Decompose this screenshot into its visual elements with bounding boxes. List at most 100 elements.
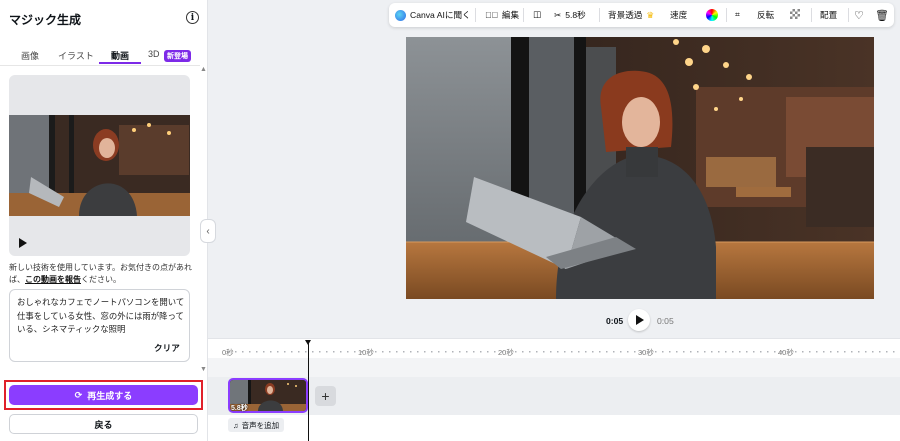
ruler-dot: [872, 351, 874, 353]
tab-image[interactable]: 画像: [21, 49, 39, 62]
ruler-dot: [816, 351, 818, 353]
notice-suffix: ください。: [81, 275, 121, 284]
speed-button[interactable]: 速度: [670, 9, 687, 21]
ruler-dot: [417, 351, 419, 353]
ask-canva-ai-label: Canva AIに聞く: [410, 10, 471, 20]
crown-icon: ♛: [646, 9, 655, 20]
ruler-dot: [599, 351, 601, 353]
tab-3d[interactable]: 3D: [148, 49, 160, 59]
info-icon[interactable]: i: [186, 11, 199, 24]
ruler-dot: [438, 351, 440, 353]
ruler-dot: [676, 351, 678, 353]
video-edit-icon: ▶⃞: [485, 10, 498, 20]
ruler-dot: [823, 351, 825, 353]
ruler-dot: [627, 351, 629, 353]
color-wheel-icon: [706, 9, 718, 21]
collapse-panel-chevron-icon[interactable]: ‹: [200, 219, 216, 243]
transparency-button[interactable]: [790, 9, 800, 19]
ruler-dot: [690, 351, 692, 353]
tab-video[interactable]: 動画: [111, 49, 129, 62]
ruler-dot: [382, 351, 384, 353]
total-time: 0:05: [657, 316, 674, 326]
ruler-dot: [809, 351, 811, 353]
editor-toolbar: Canva AIに聞く ▶⃞ 編集 ◫ ✂ 5.8秒 背景透過 ♛ 速度 ⌗ 反…: [389, 3, 894, 27]
add-audio-button[interactable]: ♫ 音声を追加: [228, 418, 285, 432]
trim-duration: 5.8秒: [565, 10, 586, 20]
comment-icon[interactable]: ♡: [854, 9, 864, 22]
ruler-dot: [781, 351, 783, 353]
ruler-dot: [368, 351, 370, 353]
ruler-dot: [319, 351, 321, 353]
ruler-dot: [242, 351, 244, 353]
ruler-dot: [844, 351, 846, 353]
ruler-dot: [620, 351, 622, 353]
trash-icon[interactable]: 🗑: [875, 9, 889, 22]
ruler-dot: [767, 351, 769, 353]
ruler-dot: [564, 351, 566, 353]
ruler-dot: [501, 351, 503, 353]
report-video-link[interactable]: この動画を報告: [25, 275, 81, 284]
ruler-dot: [851, 351, 853, 353]
edit-button[interactable]: ▶⃞ 編集: [485, 9, 519, 21]
ruler-dot: [228, 351, 230, 353]
prompt-input[interactable]: おしゃれなカフェでノートパソコンを開いて仕事をしている女性、窓の外には雨が降って…: [9, 289, 190, 362]
background-remove-button[interactable]: 背景透過 ♛: [608, 9, 654, 21]
ruler-dot: [795, 351, 797, 353]
generated-video-preview[interactable]: [9, 75, 190, 256]
ruler-dot: [837, 351, 839, 353]
ruler-dot: [431, 351, 433, 353]
ruler-dot: [592, 351, 594, 353]
play-icon[interactable]: [19, 238, 27, 248]
flip-button[interactable]: 反転: [757, 9, 774, 21]
ruler-dot: [375, 351, 377, 353]
ruler-dot: [396, 351, 398, 353]
ruler-ticks: [228, 351, 895, 353]
trim-button[interactable]: ✂ 5.8秒: [554, 9, 586, 21]
ruler-dot: [340, 351, 342, 353]
ruler-dot: [452, 351, 454, 353]
ruler-dot: [487, 351, 489, 353]
ruler-track: [208, 358, 900, 378]
refresh-icon: ⟳: [74, 389, 83, 400]
current-time: 0:05: [606, 316, 624, 326]
crop-icon[interactable]: ⌗: [735, 9, 740, 20]
add-audio-label: 音声を追加: [241, 420, 280, 430]
back-button[interactable]: 戻る: [9, 414, 198, 434]
ruler-dot: [634, 351, 636, 353]
ruler-dot: [648, 351, 650, 353]
toolbar-separator: [848, 8, 849, 22]
ruler-dot: [641, 351, 643, 353]
timeline: 0秒 10秒 20秒 30秒 40秒 5.8秒 + ♫ 音声を追加: [208, 338, 900, 441]
background-remove-label: 背景透過: [608, 10, 643, 20]
color-picker-button[interactable]: [706, 9, 718, 21]
ruler-dot: [886, 351, 888, 353]
ruler-dot: [536, 351, 538, 353]
ruler-dot: [718, 351, 720, 353]
ruler-dot: [669, 351, 671, 353]
arrange-button[interactable]: 配置: [820, 9, 837, 21]
scroll-down-arrow[interactable]: ▼: [200, 366, 207, 373]
ruler-dot: [256, 351, 258, 353]
ruler-dot: [277, 351, 279, 353]
new-badge: 新登場: [164, 50, 191, 62]
canvas-video-frame[interactable]: [406, 37, 874, 299]
play-button[interactable]: [628, 309, 650, 331]
ruler-dot: [480, 351, 482, 353]
clear-button[interactable]: クリア: [154, 342, 180, 354]
ruler-dot: [858, 351, 860, 353]
prompt-text[interactable]: おしゃれなカフェでノートパソコンを開いて仕事をしている女性、窓の外には雨が降って…: [17, 296, 185, 337]
add-clip-button[interactable]: +: [315, 386, 336, 406]
ruler-dot: [410, 351, 412, 353]
transparency-icon: [790, 9, 800, 19]
playhead[interactable]: [308, 342, 309, 441]
playhead-handle[interactable]: [305, 340, 311, 345]
scroll-up-arrow[interactable]: ▲: [200, 66, 207, 73]
ruler-dot: [543, 351, 545, 353]
tab-illustration[interactable]: イラスト: [58, 49, 94, 62]
ruler-dot: [347, 351, 349, 353]
regenerate-button[interactable]: ⟳ 再生成する: [9, 385, 198, 405]
ask-canva-ai-button[interactable]: Canva AIに聞く: [395, 9, 471, 21]
scissors-icon: ✂: [554, 9, 562, 20]
split-icon[interactable]: ◫: [533, 9, 541, 20]
panel-title: マジック生成: [9, 13, 82, 27]
